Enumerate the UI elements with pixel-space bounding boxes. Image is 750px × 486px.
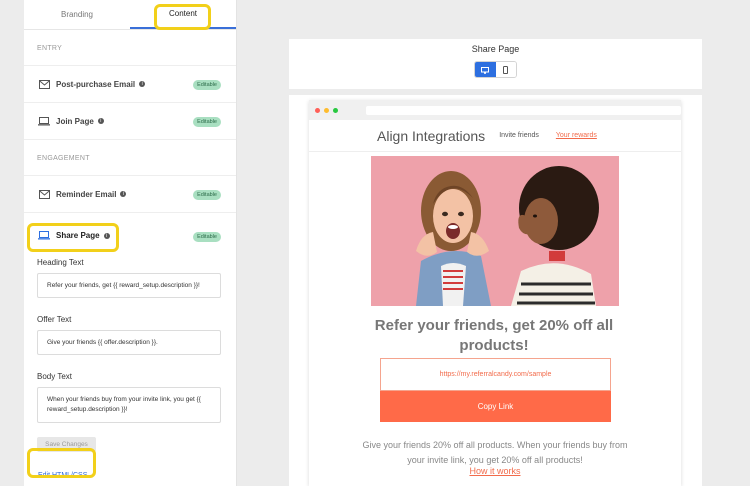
- share-body-text: Give your friends 20% off all products. …: [362, 440, 628, 465]
- nav-item-label: Post-purchase Email: [56, 79, 136, 89]
- body-text-field[interactable]: When your friends buy from your invite l…: [37, 387, 221, 423]
- mobile-icon: [503, 62, 509, 77]
- editable-badge: Editable: [193, 117, 221, 127]
- brand-name: Align Integrations: [377, 127, 486, 144]
- editable-badge: Editable: [193, 190, 221, 200]
- info-icon[interactable]: i: [139, 81, 146, 87]
- close-dot-icon: [315, 107, 320, 113]
- nav-item-join-page[interactable]: Join Page i Editable: [24, 103, 236, 140]
- offer-text-label: Offer Text: [37, 315, 72, 324]
- heading-text-label: Heading Text: [37, 258, 84, 267]
- laptop-icon: [38, 116, 50, 126]
- preview-header: Share Page: [289, 39, 702, 89]
- hero-image: [371, 156, 619, 306]
- url-bar: [365, 105, 681, 115]
- nav-item-post-purchase-email[interactable]: Post-purchase Email i Editable: [24, 66, 236, 103]
- heading-text-field[interactable]: Refer your friends, get {{ reward_setup.…: [37, 273, 221, 298]
- desktop-view-button[interactable]: [475, 62, 496, 77]
- copy-link-button[interactable]: Copy Link: [380, 391, 611, 422]
- info-icon[interactable]: i: [97, 118, 104, 124]
- editable-badge: Editable: [193, 232, 221, 242]
- nav-item-share-page[interactable]: Share Page i Editable: [24, 213, 236, 258]
- info-icon[interactable]: i: [120, 191, 127, 197]
- how-it-works-link[interactable]: How it works: [355, 466, 635, 476]
- maximize-dot-icon: [332, 107, 338, 113]
- body-text-label: Body Text: [37, 372, 72, 381]
- browser-mockup: Align Integrations Invite friends Your r…: [309, 100, 681, 486]
- nav-item-label: Share Page: [56, 231, 100, 240]
- save-changes-button[interactable]: Save Changes: [37, 437, 96, 452]
- section-engagement: ENGAGEMENT: [24, 140, 236, 176]
- editor-panel: Branding Content ENTRY Post-purchase Ema…: [24, 0, 237, 486]
- info-icon[interactable]: i: [103, 232, 110, 239]
- share-headline: Refer your friends, get 20% off all prod…: [374, 317, 614, 354]
- device-toggle: [474, 61, 517, 78]
- minimize-dot-icon: [323, 107, 329, 113]
- browser-toolbar: [309, 100, 681, 120]
- laptop-icon: [38, 231, 50, 241]
- offer-text-field[interactable]: Give your friends {{ offer.description }…: [37, 330, 221, 355]
- desktop-icon: [481, 62, 490, 77]
- edit-html-css-link[interactable]: Edit HTML/CSS: [38, 472, 236, 479]
- your-rewards-link[interactable]: Your rewards: [556, 132, 597, 139]
- tab-content[interactable]: Content: [130, 0, 236, 29]
- tab-branding[interactable]: Branding: [24, 0, 130, 29]
- section-entry: ENTRY: [24, 30, 236, 66]
- nav-item-label: Reminder Email: [56, 189, 117, 199]
- preview-area: Align Integrations Invite friends Your r…: [289, 95, 702, 486]
- nav-item-label: Join Page: [56, 116, 94, 126]
- site-navbar: Align Integrations Invite friends Your r…: [309, 120, 681, 152]
- mail-icon: [38, 79, 50, 89]
- nav-item-reminder-email[interactable]: Reminder Email i Editable: [24, 176, 236, 213]
- invite-friends-link[interactable]: Invite friends: [499, 132, 539, 139]
- preview-title: Share Page: [471, 44, 520, 54]
- tab-bar: Branding Content: [24, 0, 236, 30]
- referral-link-field[interactable]: https://my.referralcandy.com/sample: [380, 358, 611, 391]
- mobile-view-button[interactable]: [495, 62, 516, 77]
- editable-badge: Editable: [193, 80, 221, 90]
- mail-icon: [38, 189, 50, 199]
